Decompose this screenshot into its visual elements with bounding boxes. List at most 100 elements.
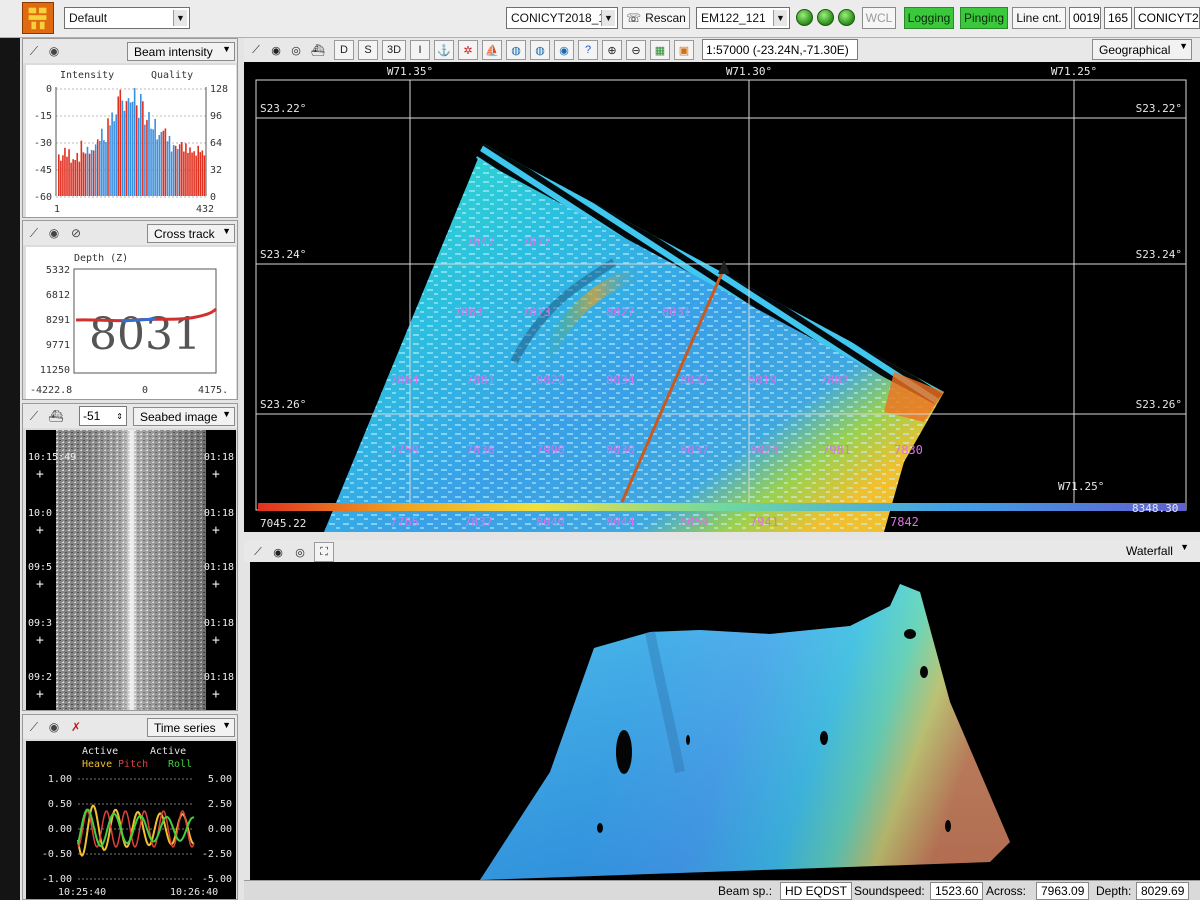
rescan-button[interactable]: ☏ Rescan [622,7,690,29]
across-label: Across: [986,884,1027,898]
globe-alt-icon[interactable]: ◍ [530,40,550,60]
zoom-in-icon[interactable]: ⊕ [602,40,622,60]
beam-view-select[interactable]: Beam intensity ▼ [127,42,235,61]
intensity-bar [86,146,89,196]
ship-icon[interactable]: ⛴ [308,40,328,60]
scale-readout-value: 1:57000 (-23.24N,-71.30E) [706,42,849,57]
seabed-time-left: 10:0 [28,508,52,519]
depth-sounding-label: 8022 [536,373,565,387]
intensity-bar [156,139,158,196]
depth-sounding-label: 7765 [390,515,419,529]
intensity-tick-label: 0 [46,84,52,95]
status-bar: Beam sp.: HD EQDST Soundspeed: 1523.60 A… [244,880,1200,900]
intensity-bar [84,153,87,196]
intensity-bar [127,98,130,196]
intensity-bar [154,118,156,196]
line-count-button[interactable]: Line cnt. [1012,7,1066,29]
pin-icon[interactable]: ⟋ [246,40,266,60]
sonar-select[interactable]: EM122_121 ▼ [696,7,790,29]
gain-spinner[interactable]: -51 ⇕ [79,406,127,426]
seabed-marker: + [36,523,44,538]
intensity-bar [183,151,185,196]
palette-icon[interactable]: ◉ [45,718,63,736]
intensity-bar [72,159,74,196]
data-gap [616,730,632,774]
intensity-bar [82,152,85,196]
measure-icon[interactable]: ⚓ [434,40,454,60]
spinner-arrows-icon[interactable]: ⇕ [116,412,123,421]
survey-name-field[interactable]: CONICYT20 [1134,7,1200,29]
latitude-label-right: S23.26° [1136,398,1182,411]
rescan-label: Rescan [645,11,686,25]
survey-select[interactable]: CONICYT2018_1 ▼ [506,7,618,29]
time-end: 10:26:40 [170,887,218,898]
palette-alt-icon[interactable]: ◎ [286,40,306,60]
wcl-button[interactable]: WCL [862,7,896,29]
chevron-down-icon: ▼ [222,720,231,730]
pin-icon[interactable]: ⟋ [25,718,43,736]
pin-icon[interactable]: ⟋ [25,42,43,60]
seabed-view-select[interactable]: Seabed image ▼ [133,407,235,426]
depth-sounding-label: 8037 [680,443,709,457]
intensity-bar [201,150,204,196]
time-view-select[interactable]: Time series ▼ [147,718,235,737]
depth-tick-label: 9771 [46,340,70,351]
zoom-out-icon[interactable]: ⊖ [626,40,646,60]
d-mode-button[interactable]: D [334,40,354,60]
depth-value: 8029.69 [1136,882,1190,900]
ship-icon[interactable]: ⛴ [47,407,65,425]
chevron-down-icon: ▼ [773,10,787,26]
projection-select[interactable]: Geographical ▼ [1092,39,1192,60]
clear-icon[interactable]: ⊘ [67,224,85,242]
waterfall-3d-view[interactable] [250,562,1200,880]
intensity-bar [158,134,161,196]
palette-icon[interactable]: ◉ [266,40,286,60]
target-icon[interactable]: ✲ [458,40,478,60]
seabed-marker: + [36,633,44,648]
depth-sounding-label: 8031 [662,305,691,319]
layers-icon[interactable]: ▦ [650,40,670,60]
depth-sounding-label: 7863 [454,305,483,319]
palette-icon[interactable]: ◉ [45,42,63,60]
vessel-icon[interactable]: ⛵ [482,40,502,60]
help-icon[interactable]: ? [578,40,598,60]
seabed-time-left: 09:3 [28,618,52,629]
3d-mode-button[interactable]: 3D [382,40,406,60]
panel-toolbar: ⟋ ⛴ -51 ⇕ Seabed image ▼ [23,404,237,428]
pin-icon[interactable]: ⟋ [25,224,43,242]
chevron-down-icon: ▼ [1179,41,1188,51]
s-mode-button[interactable]: S [358,40,378,60]
latitude-label-left: S23.22° [260,102,306,115]
grid-icon[interactable]: ▣ [674,40,694,60]
status-light-icon [838,9,855,26]
pin-icon[interactable]: ⟋ [25,407,43,425]
clear-icon[interactable]: ✗ [67,718,85,736]
seabed-view-select-value: Seabed image [140,409,218,424]
profile-select[interactable]: Default ▼ [64,7,190,29]
intensity-bar [74,159,76,196]
info-mode-button[interactable]: I [410,40,430,60]
world-icon[interactable]: ◉ [554,40,574,60]
palette-alt-icon[interactable]: ◎ [290,542,310,562]
intensity-bar [152,129,154,196]
depth-sounding-label: 8044 [606,515,635,529]
globe-icon[interactable]: ◍ [506,40,526,60]
fullscreen-icon[interactable]: ⛶ [314,542,334,562]
depth-sounding-label: 8034 [606,373,635,387]
intensity-bar [148,111,150,196]
survey-name-value: CONICYT20 [1138,11,1200,25]
geographical-map-view[interactable]: W71.35° W71.30° W71.25° S23.22° S23.22° S23.… [244,62,1200,532]
pin-icon[interactable]: ⟋ [248,542,268,562]
line-count-field[interactable]: 165 [1104,7,1132,29]
waterfall-select[interactable]: Waterfall ▼ [1120,541,1192,561]
cross-track-chart: Depth (Z) 8031 5332 6812 8291 9771 11250 -42… [26,247,236,399]
latitude-label-right: S23.22° [1136,102,1182,115]
cross-view-select[interactable]: Cross track ▼ [147,224,235,243]
line-number-field[interactable]: 0019 [1069,7,1101,29]
quality-tick-label: 64 [210,138,222,149]
pinging-button[interactable]: Pinging [960,7,1008,29]
palette-icon[interactable]: ◉ [268,542,288,562]
soundspeed-value: 1523.60 [930,882,984,900]
logging-button[interactable]: Logging [904,7,954,29]
palette-icon[interactable]: ◉ [45,224,63,242]
